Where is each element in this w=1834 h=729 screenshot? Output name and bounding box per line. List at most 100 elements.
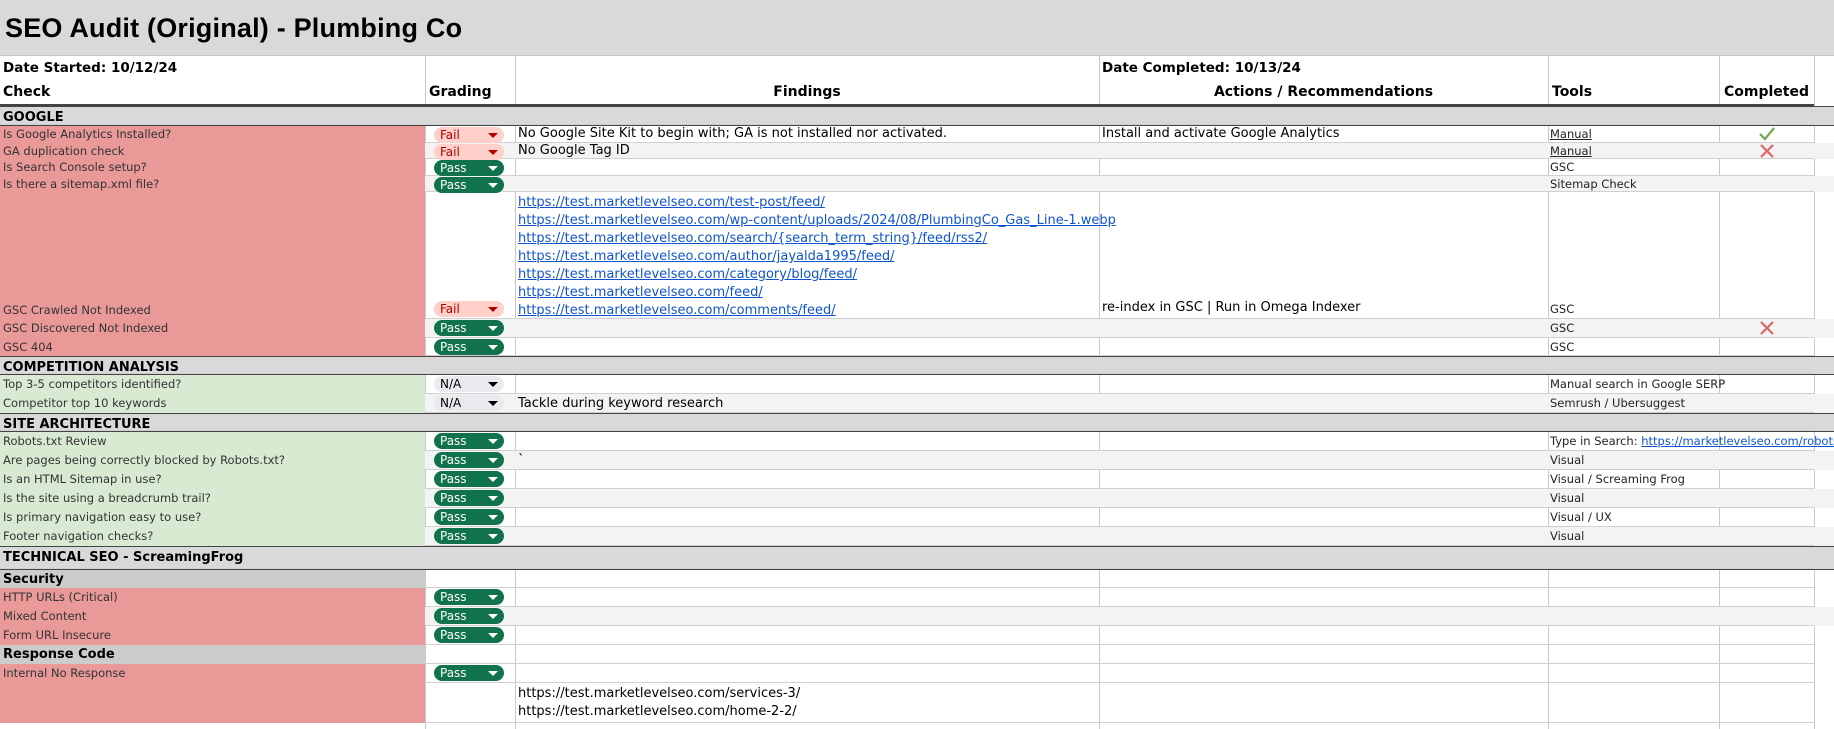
grading-cell[interactable]: Pass	[425, 626, 515, 645]
check-cell[interactable]: HTTP URLs (Critical)	[0, 588, 425, 607]
grading-cell[interactable]: Pass	[425, 319, 515, 338]
check-cell[interactable]	[0, 683, 425, 723]
findings-links-cell[interactable]: https://test.marketlevelseo.com/test-pos…	[515, 192, 1116, 320]
tool-cell[interactable]: Semrush / Ubersuggest	[1548, 394, 1719, 413]
tool-cell[interactable]: GSC	[1548, 319, 1719, 338]
grading-cell[interactable]: Pass	[425, 451, 515, 470]
tool-cell[interactable]: Visual / Screaming Frog	[1548, 470, 1719, 489]
grade-dropdown[interactable]: Pass	[434, 433, 504, 449]
grading-cell[interactable]: Pass	[425, 508, 515, 527]
grading-cell[interactable]: Pass	[425, 338, 515, 357]
check-cell[interactable]: GSC Discovered Not Indexed	[0, 319, 425, 338]
finding-link[interactable]: https://test.marketlevelseo.com/comments…	[518, 302, 1099, 320]
check-cell[interactable]: Is an HTML Sitemap in use?	[0, 470, 425, 489]
header-check[interactable]: Check	[0, 81, 425, 106]
grade-dropdown[interactable]: Pass	[434, 452, 504, 468]
header-actions[interactable]: Actions / Recommendations	[1099, 81, 1548, 106]
grading-cell[interactable]: Fail	[425, 143, 515, 160]
grade-dropdown[interactable]: Pass	[434, 589, 504, 605]
grade-dropdown[interactable]: N/A	[434, 376, 504, 392]
grading-cell[interactable]: Fail	[425, 192, 515, 319]
finding-cell[interactable]: `	[515, 451, 1099, 470]
robots-link[interactable]: https://marketlevelseo.com/robots.txt	[1641, 434, 1834, 448]
grading-cell[interactable]: Pass	[425, 664, 515, 683]
grade-dropdown[interactable]: Pass	[434, 665, 504, 681]
grading-cell[interactable]: Pass	[425, 607, 515, 626]
grade-dropdown[interactable]: Pass	[434, 338, 504, 355]
check-cell[interactable]: Is Search Console setup?	[0, 159, 425, 176]
header-completed[interactable]: Completed	[1719, 81, 1814, 106]
action-cell[interactable]: Install and activate Google Analytics	[1099, 126, 1548, 143]
grade-dropdown[interactable]: Pass	[434, 471, 504, 487]
check-cell[interactable]: Robots.txt Review	[0, 432, 425, 451]
finding-cell[interactable]: No Google Tag ID	[515, 143, 1099, 160]
header-findings[interactable]: Findings	[515, 81, 1099, 106]
grade-dropdown[interactable]: Pass	[434, 160, 504, 176]
check-cell[interactable]: Are pages being correctly blocked by Rob…	[0, 451, 425, 470]
finding-link[interactable]: https://test.marketlevelseo.com/test-pos…	[518, 194, 1099, 212]
grading-cell[interactable]: Pass	[425, 489, 515, 508]
finding-link[interactable]: https://test.marketlevelseo.com/wp-conte…	[518, 212, 1116, 230]
check-cell[interactable]: Is primary navigation easy to use?	[0, 508, 425, 527]
header-tools[interactable]: Tools	[1548, 81, 1719, 106]
grade-dropdown[interactable]: N/A	[434, 395, 504, 411]
check-cell[interactable]: Form URL Insecure	[0, 626, 425, 645]
grading-cell[interactable]: Pass	[425, 588, 515, 607]
finding-link[interactable]: https://test.marketlevelseo.com/author/j…	[518, 248, 1099, 266]
tool-cell[interactable]: Visual / UX	[1548, 508, 1719, 527]
check-cell[interactable]: GSC Crawled Not Indexed	[0, 192, 425, 319]
grading-cell[interactable]: Pass	[425, 527, 515, 546]
grading-cell[interactable]: Pass	[425, 176, 515, 193]
tool-cell[interactable]: Manual	[1548, 126, 1719, 143]
check-cell[interactable]: Is there a sitemap.xml file?	[0, 175, 425, 192]
check-cell[interactable]: Competitor top 10 keywords	[0, 394, 425, 413]
tool-cell[interactable]: Type in Search: https://marketlevelseo.c…	[1548, 432, 1834, 451]
grade-dropdown[interactable]: Pass	[434, 528, 504, 544]
tool-cell[interactable]: GSC	[1548, 338, 1719, 357]
grade-dropdown[interactable]: Pass	[434, 320, 504, 336]
tool-cell[interactable]: Manual	[1548, 143, 1719, 160]
check-cell[interactable]: GA duplication check	[0, 142, 425, 159]
finding-cell[interactable]: No Google Site Kit to begin with; GA is …	[515, 126, 1099, 143]
check-cell[interactable]: Is the site using a breadcrumb trail?	[0, 489, 425, 508]
tool-cell[interactable]: GSC	[1548, 159, 1719, 176]
check-cell[interactable]: Footer navigation checks?	[0, 527, 425, 546]
tool-cell[interactable]: Sitemap Check	[1548, 176, 1719, 193]
check-cell[interactable]: Internal No Response	[0, 664, 425, 683]
check-cell[interactable]: Mixed Content	[0, 607, 425, 626]
grading-cell[interactable]: Pass	[425, 470, 515, 489]
grade-value: Pass	[440, 472, 467, 486]
action-cell[interactable]: re-index in GSC | Run in Omega Indexer	[1099, 192, 1548, 319]
grading-cell[interactable]: Pass	[425, 432, 515, 451]
finding-link[interactable]: https://test.marketlevelseo.com/search/{…	[518, 230, 1099, 248]
grading-cell[interactable]: N/A	[425, 375, 515, 394]
grading-cell[interactable]: N/A	[425, 394, 515, 413]
check-cell[interactable]: Top 3-5 competitors identified?	[0, 375, 425, 394]
header-grading[interactable]: Grading	[425, 81, 515, 106]
grade-dropdown[interactable]: Fail	[434, 301, 504, 317]
grading-cell[interactable]: Fail	[425, 126, 515, 143]
grade-dropdown[interactable]: Pass	[434, 608, 504, 624]
grade-dropdown[interactable]: Pass	[434, 627, 504, 643]
finding-url[interactable]: https://test.marketlevelseo.com/services…	[518, 685, 1099, 703]
grade-dropdown[interactable]: Fail	[434, 143, 504, 160]
tool-cell[interactable]: Visual	[1548, 451, 1719, 470]
tool-cell[interactable]: GSC	[1548, 192, 1719, 319]
check-cell[interactable]: GSC 404	[0, 337, 425, 356]
tool-cell[interactable]: Visual	[1548, 489, 1719, 508]
finding-cell[interactable]: Tackle during keyword research	[515, 394, 1099, 413]
grade-value: Fail	[440, 144, 460, 159]
tool-cell[interactable]: Manual search in Google SERP	[1548, 375, 1725, 394]
finding-url[interactable]: https://test.marketlevelseo.com/home-2-2…	[518, 703, 1099, 721]
grade-dropdown[interactable]: Fail	[434, 127, 504, 143]
grade-dropdown[interactable]: Pass	[434, 490, 504, 506]
table-row: Is Google Analytics Installed? Fail No Goo…	[0, 126, 1834, 143]
finding-cell[interactable]: https://test.marketlevelseo.com/services…	[515, 683, 1099, 723]
check-cell[interactable]: Is Google Analytics Installed?	[0, 126, 425, 143]
grading-cell[interactable]: Pass	[425, 159, 515, 176]
finding-link[interactable]: https://test.marketlevelseo.com/category…	[518, 266, 1099, 284]
finding-link[interactable]: https://test.marketlevelseo.com/feed/	[518, 284, 1099, 302]
grade-dropdown[interactable]: Pass	[434, 509, 504, 525]
tool-cell[interactable]: Visual	[1548, 527, 1719, 546]
grade-dropdown[interactable]: Pass	[434, 176, 504, 193]
